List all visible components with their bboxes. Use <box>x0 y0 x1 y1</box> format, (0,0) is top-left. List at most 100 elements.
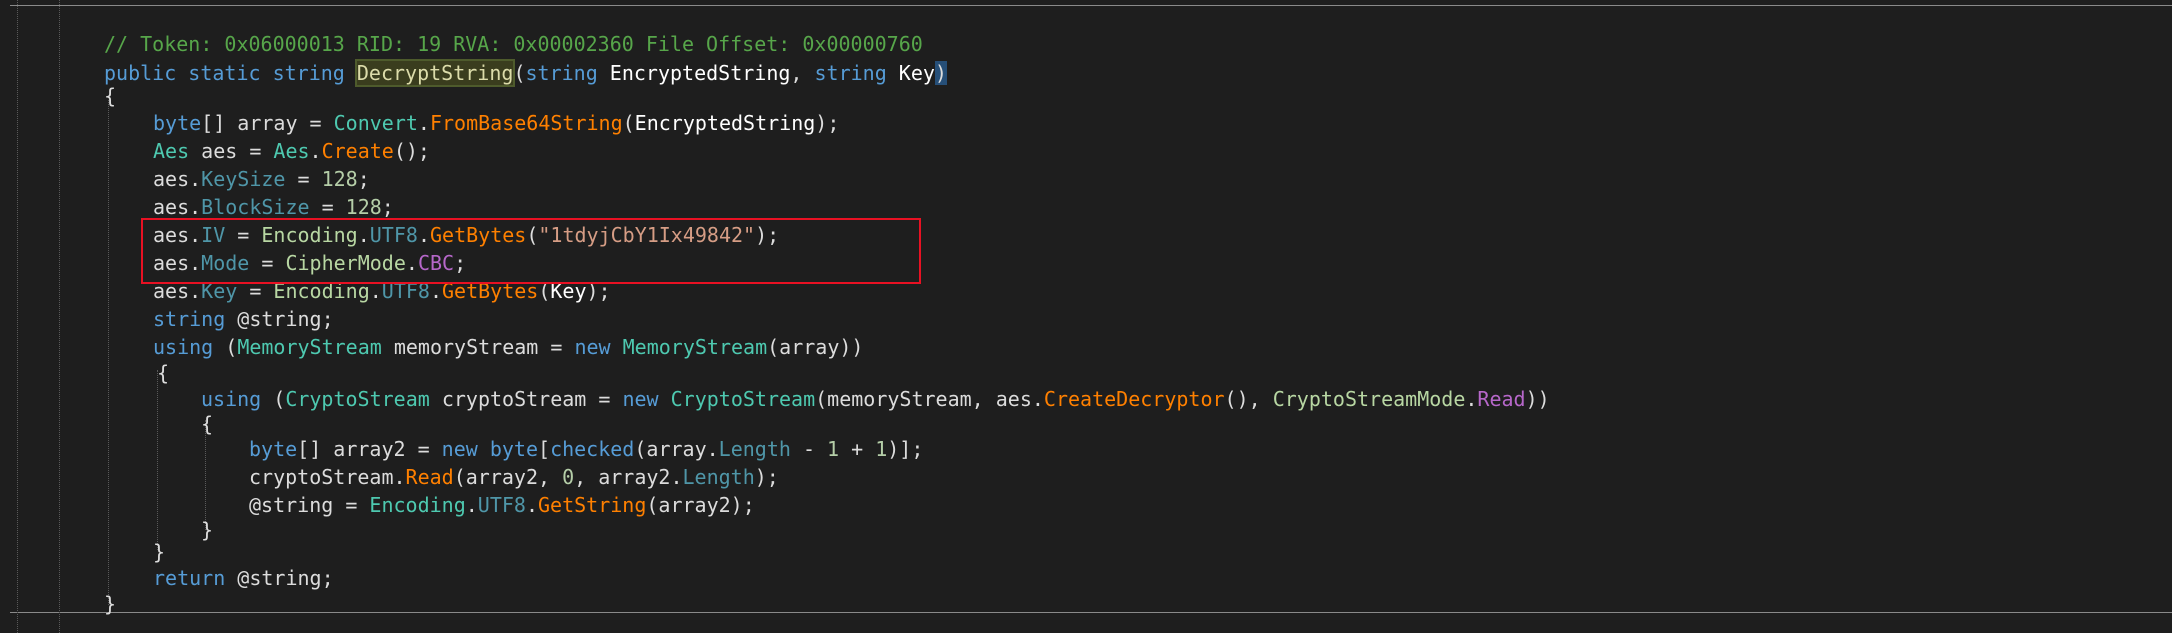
code-line: using (MemoryStream memoryStream = new M… <box>153 333 863 361</box>
top-divider <box>10 5 2172 6</box>
code-token: EncryptedString <box>634 111 816 135</box>
code-token: 1 <box>827 437 840 461</box>
code-token: . <box>525 493 539 517</box>
code-token: // Token: 0x06000013 RID: 19 RVA: 0x0000… <box>104 32 923 56</box>
code-token: string <box>272 61 345 85</box>
code-token: (memoryStream, aes. <box>815 387 1044 411</box>
code-token: 128 <box>321 167 358 191</box>
code-token: [] array2 = <box>297 437 442 461</box>
code-token: CreateDecryptor <box>1043 387 1225 411</box>
code-token: )]; <box>887 437 924 461</box>
code-token: Aes <box>153 139 190 163</box>
code-token: = <box>309 195 346 219</box>
code-token: GetString <box>538 493 647 517</box>
code-token: aes. <box>153 195 202 219</box>
code-token: byte <box>249 437 298 461</box>
code-token: string <box>814 61 887 85</box>
code-token: return <box>153 566 226 590</box>
code-token: DecryptString <box>354 59 516 87</box>
code-line: { <box>157 359 169 387</box>
indent-guide <box>59 0 60 633</box>
code-token: FromBase64String <box>429 111 623 135</box>
code-token: cryptoStream = <box>429 387 623 411</box>
code-token: @string = <box>249 493 370 517</box>
code-token: @string; <box>225 566 334 590</box>
code-token: (array)) <box>767 335 864 359</box>
code-token: checked <box>550 437 635 461</box>
code-token: string <box>153 307 226 331</box>
indent-guide <box>108 100 109 605</box>
code-token: using <box>153 335 214 359</box>
code-line: using (CryptoStream cryptoStream = new C… <box>201 385 1550 413</box>
code-token: aes. <box>153 167 202 191</box>
code-token: [ <box>538 437 551 461</box>
code-line: } <box>153 538 165 566</box>
code-token: } <box>201 518 214 542</box>
code-token: MemoryStream <box>622 335 768 359</box>
code-token: , array2. <box>574 465 683 489</box>
code-token: } <box>153 540 166 564</box>
code-token: + <box>839 437 876 461</box>
code-line: public static string DecryptString(strin… <box>104 59 947 87</box>
code-token: . <box>417 111 430 135</box>
code-token: (array. <box>634 437 719 461</box>
code-token: (array2); <box>646 493 755 517</box>
code-line: cryptoStream.Read(array2, 0, array2.Leng… <box>249 463 779 491</box>
code-token: byte <box>153 111 202 135</box>
code-token: ); <box>754 465 779 489</box>
annotation-highlight-box <box>141 218 921 284</box>
code-line: return @string; <box>153 564 334 592</box>
code-token: Key <box>898 61 935 85</box>
code-token: cryptoStream. <box>249 465 406 489</box>
code-token: KeySize <box>201 167 286 191</box>
code-token: new <box>622 387 659 411</box>
code-line: { <box>201 410 213 438</box>
code-token: UTF8 <box>477 493 526 517</box>
code-token: . <box>309 139 322 163</box>
code-token: static <box>188 61 261 85</box>
indent-guide <box>17 0 18 633</box>
code-token: ); <box>815 111 840 135</box>
code-token: string <box>525 61 598 85</box>
code-token: Read <box>405 465 454 489</box>
bottom-divider <box>10 612 2172 613</box>
code-token: 128 <box>345 195 382 219</box>
code-token: EncryptedString <box>609 61 791 85</box>
code-token: Read <box>1477 387 1526 411</box>
code-token: ( <box>213 335 238 359</box>
code-token: . <box>465 493 478 517</box>
code-line: aes.BlockSize = 128; <box>153 193 394 221</box>
code-token: Encoding <box>369 493 466 517</box>
code-token: new <box>574 335 611 359</box>
code-token: ( <box>513 61 526 85</box>
code-token: @string; <box>225 307 334 331</box>
code-line: { <box>104 82 116 110</box>
code-token: ( <box>261 387 286 411</box>
code-token: Length <box>718 437 791 461</box>
code-token: = <box>285 167 322 191</box>
code-line: } <box>104 590 116 618</box>
code-token: CryptoStream <box>285 387 430 411</box>
code-token: 1 <box>875 437 888 461</box>
code-token: byte <box>489 437 539 461</box>
code-token: MemoryStream <box>237 335 382 359</box>
code-token: { <box>201 412 214 436</box>
code-token: (); <box>393 139 430 163</box>
code-token: BlockSize <box>201 195 310 219</box>
code-token: . <box>1465 387 1478 411</box>
code-token: ; <box>381 195 394 219</box>
code-token: )) <box>1525 387 1550 411</box>
code-editor[interactable]: // Token: 0x06000013 RID: 19 RVA: 0x0000… <box>0 0 2172 633</box>
code-token: Aes <box>273 139 310 163</box>
code-token: } <box>104 592 117 616</box>
code-token: { <box>157 361 170 385</box>
code-token: CryptoStreamMode <box>1272 387 1466 411</box>
